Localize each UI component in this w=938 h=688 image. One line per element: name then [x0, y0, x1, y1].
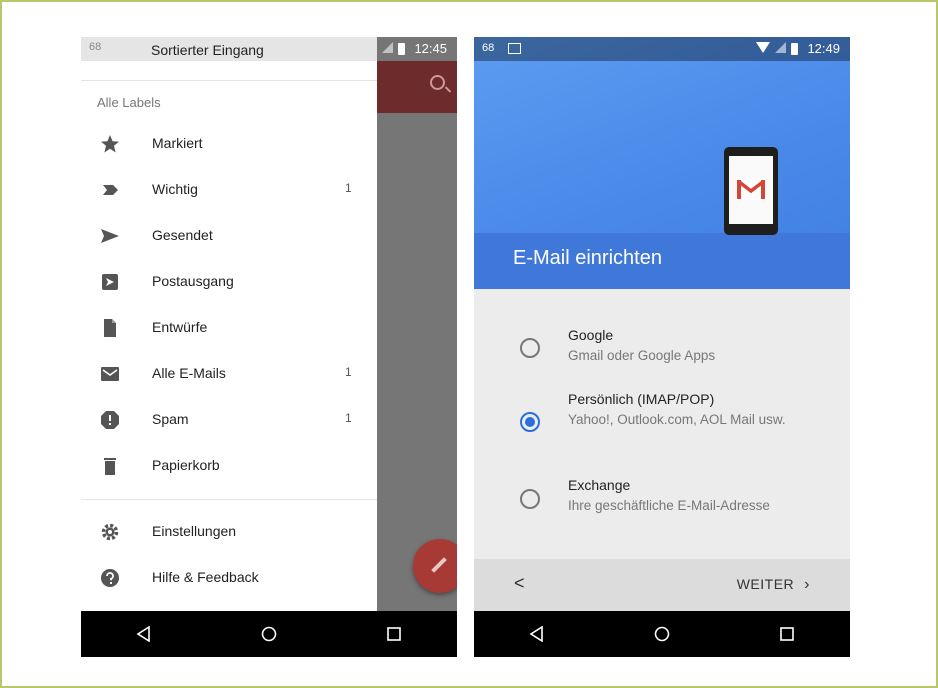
- page-title: E-Mail einrichten: [513, 247, 662, 269]
- radio-button[interactable]: [520, 338, 540, 358]
- drawer-item-count: 1: [345, 181, 352, 195]
- status-time: 12:49: [807, 41, 840, 56]
- notification-badge: 68: [482, 42, 495, 54]
- section-label: Alle Labels: [97, 95, 161, 110]
- setup-footer: < WEITER ›: [474, 559, 850, 611]
- home-nav-icon[interactable]: [254, 619, 284, 649]
- drawer-item-wichtig[interactable]: Wichtig 1: [81, 167, 377, 213]
- device-screen: [729, 156, 773, 224]
- option-subtitle: Yahoo!, Outlook.com, AOL Mail usw.: [568, 412, 786, 427]
- system-nav-bar: [474, 611, 850, 657]
- drawer-item-label: Spam: [152, 411, 189, 427]
- notification-badge: 68: [89, 41, 102, 53]
- recents-nav-icon[interactable]: [772, 619, 802, 649]
- radio-button-selected[interactable]: [520, 412, 540, 432]
- option-subtitle: Gmail oder Google Apps: [568, 348, 716, 363]
- option-title: Exchange: [568, 477, 631, 493]
- send-icon: [99, 225, 121, 247]
- battery-icon: [791, 43, 798, 55]
- battery-icon: [398, 43, 405, 55]
- radio-button[interactable]: [520, 489, 540, 509]
- draft-icon: [99, 317, 121, 339]
- drawer-item-alle-emails[interactable]: Alle E-Mails 1: [81, 351, 377, 397]
- drawer-header: 68 Sortierter Eingang: [81, 37, 377, 61]
- option-title: Google: [568, 327, 614, 343]
- image-notification-icon: [508, 43, 521, 54]
- back-nav-icon[interactable]: [522, 619, 552, 649]
- gear-icon: [99, 521, 121, 543]
- help-icon: [99, 567, 121, 589]
- option-title: Persönlich (IMAP/POP): [568, 391, 715, 407]
- drawer-item-label: Einstellungen: [152, 523, 237, 539]
- home-nav-icon[interactable]: [647, 619, 677, 649]
- drawer-item-gesendet[interactable]: Gesendet: [81, 213, 377, 259]
- drawer-item-label: Gesendet: [152, 227, 213, 243]
- phone-gmail-drawer: 12:45 68 Sortierter Eingang Alle Labels …: [81, 37, 457, 657]
- drawer-item-label: Entwürfe: [152, 319, 208, 335]
- gmail-logo-icon: [736, 178, 766, 200]
- drawer-item-einstellungen[interactable]: Einstellungen: [81, 509, 377, 555]
- option-subtitle: Ihre geschäftliche E-Mail-Adresse: [568, 498, 770, 513]
- divider: [81, 80, 377, 81]
- compose-button[interactable]: [413, 539, 457, 593]
- drawer-item-hilfe-feedback[interactable]: Hilfe & Feedback: [81, 555, 377, 601]
- trash-icon: [99, 455, 121, 477]
- important-icon: [99, 179, 121, 201]
- phone-email-setup: E-Mail einrichten 68 12:49 Google Gmail …: [474, 37, 850, 657]
- spam-icon: [99, 409, 121, 431]
- search-icon[interactable]: [430, 75, 445, 90]
- back-nav-icon[interactable]: [129, 619, 159, 649]
- drawer-item-count: 1: [345, 411, 352, 425]
- status-bar: 68 12:49: [474, 37, 850, 61]
- next-button[interactable]: WEITER ›: [737, 576, 810, 594]
- back-button[interactable]: <: [514, 573, 525, 594]
- star-icon: [99, 133, 121, 155]
- all-mail-icon: [99, 363, 121, 385]
- drawer-item-papierkorb[interactable]: Papierkorb: [81, 443, 377, 489]
- drawer-item-label: Markiert: [152, 135, 203, 151]
- drawer-item-count: 1: [345, 365, 352, 379]
- next-button-label: WEITER: [736, 576, 795, 592]
- drawer-header-title[interactable]: Sortierter Eingang: [151, 42, 264, 58]
- outbox-icon: [99, 271, 121, 293]
- drawer-item-markiert[interactable]: Markiert: [81, 121, 377, 167]
- drawer-item-postausgang[interactable]: Postausgang: [81, 259, 377, 305]
- drawer-item-entwuerfe[interactable]: Entwürfe: [81, 305, 377, 351]
- status-time: 12:45: [414, 41, 447, 56]
- chevron-right-icon: ›: [804, 576, 810, 593]
- device-illustration: [724, 147, 778, 235]
- drawer-item-label: Hilfe & Feedback: [152, 569, 259, 585]
- divider: [81, 499, 377, 500]
- drawer-item-spam[interactable]: Spam 1: [81, 397, 377, 443]
- setup-header: E-Mail einrichten: [474, 37, 850, 289]
- drawer-item-label: Papierkorb: [152, 457, 220, 473]
- recents-nav-icon[interactable]: [379, 619, 409, 649]
- navigation-drawer: 68 Sortierter Eingang Alle Labels Markie…: [81, 37, 377, 611]
- wifi-icon: [756, 42, 770, 53]
- drawer-item-label: Wichtig: [152, 181, 198, 197]
- drawer-item-label: Alle E-Mails: [152, 365, 226, 381]
- signal-icon: [775, 42, 786, 53]
- signal-icon: [382, 42, 393, 53]
- drawer-item-label: Postausgang: [152, 273, 234, 289]
- system-nav-bar: [81, 611, 457, 657]
